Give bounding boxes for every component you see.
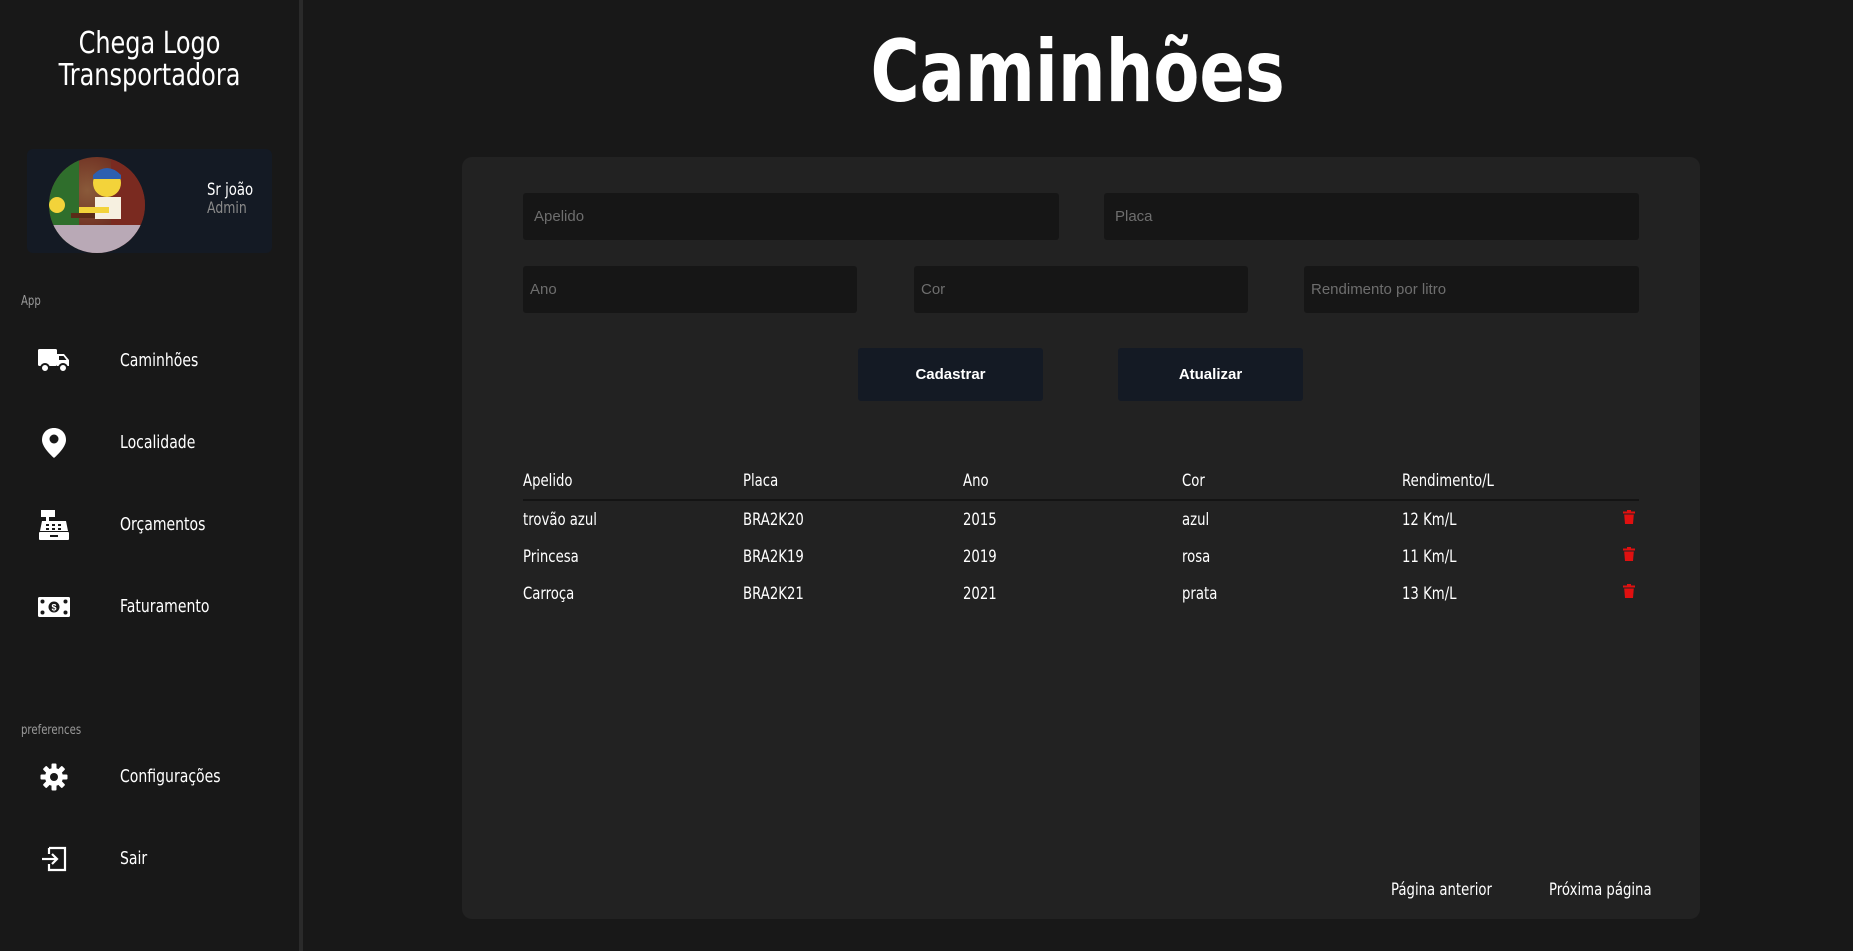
sidebar-item-configuracoes[interactable]: Configurações [0, 747, 299, 807]
cell-placa: BRA2K20 [743, 510, 804, 530]
cell-rendimento: 12 Km/L [1402, 510, 1457, 530]
truck-icon [36, 345, 72, 377]
ano-input[interactable] [523, 266, 857, 313]
sidebar-item-label: Localidade [120, 432, 196, 453]
brand-line-2: Transportadora [58, 58, 241, 93]
user-name: Sr joão [207, 180, 254, 200]
placa-input[interactable] [1104, 193, 1639, 240]
sidebar-item-label: Configurações [120, 766, 221, 787]
cor-input[interactable] [914, 266, 1248, 313]
user-role: Admin [207, 198, 247, 217]
cell-apelido: trovão azul [523, 510, 597, 530]
money-bill-icon: $ [36, 591, 72, 623]
brand-logo: Chega Logo Transportadora [0, 28, 299, 92]
cell-ano: 2021 [963, 584, 997, 604]
trucks-table: Apelido Placa Ano Cor Rendimento/L trovã… [523, 465, 1639, 612]
cell-placa: BRA2K21 [743, 584, 804, 604]
page-title: Caminhões [870, 22, 1286, 122]
sidebar-item-localidade[interactable]: Localidade [0, 413, 299, 473]
cell-apelido: Carroça [523, 584, 575, 604]
previous-page-link[interactable]: Página anterior [1391, 880, 1520, 900]
cadastrar-button[interactable]: Cadastrar [858, 348, 1043, 401]
sidebar-item-orcamentos[interactable]: Orçamentos [0, 495, 299, 555]
location-pin-icon [36, 427, 72, 459]
column-header-apelido: Apelido [523, 471, 573, 491]
user-profile-card: Sr joão Admin [27, 149, 272, 253]
cell-apelido: Princesa [523, 547, 579, 567]
cell-rendimento: 11 Km/L [1402, 547, 1457, 567]
column-header-ano: Ano [963, 471, 989, 491]
column-header-placa: Placa [743, 471, 779, 491]
next-page-link[interactable]: Próxima página [1549, 880, 1681, 900]
sidebar-item-label: Faturamento [120, 596, 210, 617]
table-header: Apelido Placa Ano Cor Rendimento/L [523, 465, 1639, 501]
apelido-input[interactable] [523, 193, 1059, 240]
column-header-cor: Cor [1182, 471, 1205, 491]
table-row: Princesa BRA2K19 2019 rosa 11 Km/L [523, 538, 1639, 575]
cell-rendimento: 13 Km/L [1402, 584, 1457, 604]
rendimento-input[interactable] [1304, 266, 1639, 313]
sidebar-item-caminhoes[interactable]: Caminhões [0, 331, 299, 391]
trash-icon[interactable] [1623, 547, 1635, 561]
atualizar-button[interactable]: Atualizar [1118, 348, 1303, 401]
section-label-preferences: preferences [21, 723, 82, 738]
table-row: trovão azul BRA2K20 2015 azul 12 Km/L [523, 501, 1639, 538]
trash-icon[interactable] [1623, 584, 1635, 598]
table-row: Carroça BRA2K21 2021 prata 13 Km/L [523, 575, 1639, 612]
brand-line-1: Chega Logo [78, 26, 221, 61]
cell-cor: prata [1182, 584, 1218, 604]
sidebar-item-label: Caminhões [120, 350, 199, 371]
svg-text:$: $ [51, 603, 56, 613]
cell-placa: BRA2K19 [743, 547, 804, 567]
avatar [49, 157, 145, 253]
sidebar-item-label: Orçamentos [120, 514, 206, 535]
section-label-app: App [21, 294, 41, 309]
sidebar-item-faturamento[interactable]: $ Faturamento [0, 577, 299, 637]
cell-ano: 2019 [963, 547, 997, 567]
avatar-illustration [49, 157, 145, 253]
cell-cor: rosa [1182, 547, 1211, 567]
gear-icon [36, 761, 72, 793]
trash-icon[interactable] [1623, 510, 1635, 524]
sidebar-item-label: Sair [120, 848, 148, 869]
cash-register-icon [36, 509, 72, 541]
column-header-rendimento: Rendimento/L [1402, 471, 1494, 491]
sidebar: Chega Logo Transportadora Sr joão Admin … [0, 0, 303, 951]
sidebar-item-sair[interactable]: Sair [0, 829, 299, 889]
logout-icon [36, 843, 72, 875]
cell-cor: azul [1182, 510, 1210, 530]
cell-ano: 2015 [963, 510, 997, 530]
trucks-card: Cadastrar Atualizar Apelido Placa Ano Co… [462, 157, 1700, 919]
